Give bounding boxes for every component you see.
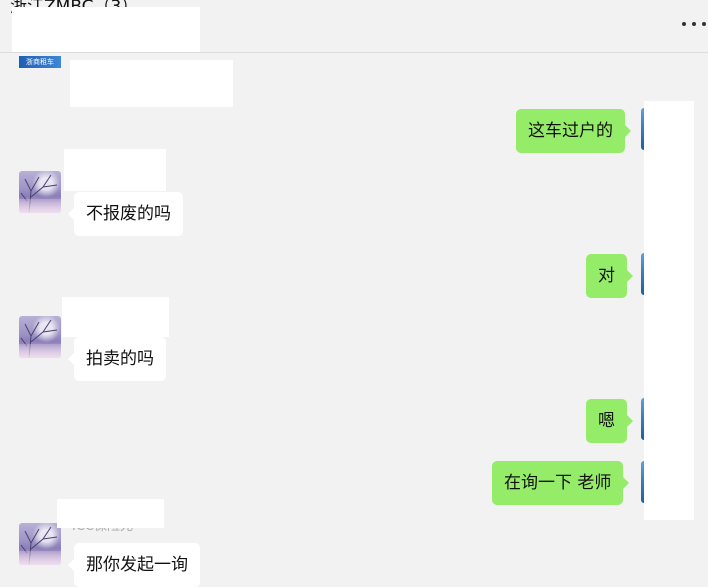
- more-horizontal-icon[interactable]: [682, 14, 706, 34]
- contact-avatar[interactable]: [19, 171, 61, 213]
- message-bubble-sent[interactable]: 这车过户的: [516, 109, 631, 153]
- redaction-block: [64, 149, 166, 191]
- message-bubble-received[interactable]: 不报废的吗: [68, 192, 183, 236]
- message-bubble-sent[interactable]: 对: [586, 254, 633, 298]
- message-bubble-sent[interactable]: 在询一下 老师: [492, 461, 630, 505]
- message-bubble-sent[interactable]: 嗯: [586, 399, 633, 443]
- contact-avatar[interactable]: [19, 523, 61, 565]
- redaction-block: [57, 499, 164, 528]
- message-bubble-received[interactable]: 那你发起一询: [68, 543, 200, 587]
- redaction-block: [12, 7, 200, 52]
- contact-avatar[interactable]: [19, 316, 61, 358]
- redaction-block: [644, 101, 694, 520]
- message-bubble-received[interactable]: 拍卖的吗: [68, 337, 166, 381]
- redaction-block: [62, 297, 169, 337]
- group-logo-avatar[interactable]: 浙商租车: [19, 56, 61, 68]
- redaction-block: [70, 60, 233, 107]
